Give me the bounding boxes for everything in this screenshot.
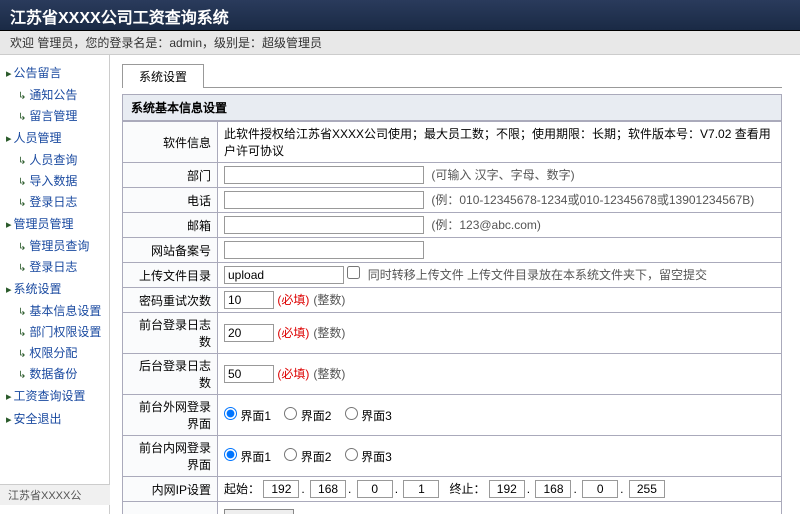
- softinfo-value: 此软件授权给江苏省XXXX公司使用；最大员工数；不限；使用期限：长期；软件版本号…: [218, 122, 782, 163]
- flog-req: (必填): [277, 326, 309, 340]
- flog-label: 前台登录日志数: [123, 313, 218, 354]
- upload-label: 上传文件目录: [123, 263, 218, 288]
- flog-input[interactable]: [224, 324, 274, 342]
- nav-child[interactable]: ↳通知公告: [0, 84, 109, 105]
- ip-end-2[interactable]: [535, 480, 571, 498]
- arrow-icon: ▸: [6, 391, 12, 403]
- dept-label: 部门: [123, 163, 218, 188]
- nav-parent[interactable]: ▸管理员管理: [0, 212, 109, 235]
- front-ext-label: 前台外网登录界面: [123, 395, 218, 436]
- child-arrow-icon: ↳: [18, 91, 26, 102]
- front-ext-ui1[interactable]: 界面1: [224, 409, 271, 423]
- blog-hint: (整数): [313, 367, 345, 381]
- retry-label: 密码重试次数: [123, 288, 218, 313]
- child-arrow-icon: ↳: [18, 370, 26, 381]
- section-basic-title: 系统基本信息设置: [122, 94, 782, 121]
- ip-end-4[interactable]: [629, 480, 665, 498]
- arrow-icon: ▸: [6, 133, 12, 145]
- nav-parent[interactable]: ▸系统设置: [0, 277, 109, 300]
- tab-system-settings[interactable]: 系统设置: [122, 64, 204, 88]
- dept-hint: (可输入 汉字、字母、数字): [431, 168, 574, 182]
- dept-input[interactable]: [224, 166, 424, 184]
- child-arrow-icon: ↳: [18, 263, 26, 274]
- softinfo-label: 软件信息: [123, 122, 218, 163]
- email-input[interactable]: [224, 216, 424, 234]
- sidebar: ▸公告留言↳通知公告↳留言管理▸人员管理↳人员查询↳导入数据↳登录日志▸管理员管…: [0, 55, 110, 514]
- child-arrow-icon: ↳: [18, 156, 26, 167]
- front-ext-ui2[interactable]: 界面2: [284, 409, 331, 423]
- front-int-ui3[interactable]: 界面3: [345, 450, 392, 464]
- child-arrow-icon: ↳: [18, 198, 26, 209]
- nav-child[interactable]: ↳人员查询: [0, 149, 109, 170]
- email-hint: (例：123@abc.com): [431, 218, 541, 232]
- retry-hint: (整数): [313, 293, 345, 307]
- blog-label: 后台登录日志数: [123, 354, 218, 395]
- child-arrow-icon: ↳: [18, 242, 26, 253]
- nav-parent[interactable]: ▸公告留言: [0, 61, 109, 84]
- front-ext-ui3[interactable]: 界面3: [345, 409, 392, 423]
- front-int-ui2[interactable]: 界面2: [284, 450, 331, 464]
- footer-text: 江苏省XXXX公: [0, 484, 110, 505]
- retry-req: (必填): [277, 293, 309, 307]
- ip-end-3[interactable]: [582, 480, 618, 498]
- nav-parent[interactable]: ▸安全退出: [0, 407, 109, 430]
- tel-label: 电话: [123, 188, 218, 213]
- blog-input[interactable]: [224, 365, 274, 383]
- child-arrow-icon: ↳: [18, 112, 26, 123]
- user-info-bar: 欢迎 管理员，您的登录名是：admin，级别是：超级管理员: [0, 31, 800, 55]
- ip-start-4[interactable]: [403, 480, 439, 498]
- app-header: 江苏省XXXX公司工资查询系统: [0, 0, 800, 31]
- nav-child[interactable]: ↳部门权限设置: [0, 321, 109, 342]
- nav-child[interactable]: ↳导入数据: [0, 170, 109, 191]
- upload-hint: 同时转移上传文件 上传文件目录放在本系统文件夹下，留空提交: [368, 268, 707, 282]
- flog-hint: (整数): [313, 326, 345, 340]
- arrow-icon: ▸: [6, 219, 12, 231]
- main-content: 系统设置 系统基本信息设置 软件信息 此软件授权给江苏省XXXX公司使用；最大员…: [110, 55, 800, 514]
- tel-input[interactable]: [224, 191, 424, 209]
- arrow-icon: ▸: [6, 68, 12, 80]
- front-int-ui1[interactable]: 界面1: [224, 450, 271, 464]
- front-int-label: 前台内网登录界面: [123, 436, 218, 477]
- nav-child[interactable]: ↳数据备份: [0, 363, 109, 384]
- nav-child[interactable]: ↳登录日志: [0, 256, 109, 277]
- child-arrow-icon: ↳: [18, 177, 26, 188]
- ip-start-2[interactable]: [310, 480, 346, 498]
- ip-end-1[interactable]: [489, 480, 525, 498]
- ip-start-label: 起始：: [224, 482, 260, 496]
- basic-form-table: 软件信息 此软件授权给江苏省XXXX公司使用；最大员工数；不限；使用期限：长期；…: [122, 121, 782, 514]
- nav-child[interactable]: ↳管理员查询: [0, 235, 109, 256]
- ip-start-3[interactable]: [357, 480, 393, 498]
- welcome-text: 欢迎 管理员，您的登录名是：admin，级别是：超级管理员: [10, 36, 322, 50]
- arrow-icon: ▸: [6, 284, 12, 296]
- retry-input[interactable]: [224, 291, 274, 309]
- submit-cell-label: [123, 502, 218, 514]
- ip-start-1[interactable]: [263, 480, 299, 498]
- tab-row: 系统设置: [122, 63, 782, 88]
- icp-label: 网站备案号: [123, 238, 218, 263]
- email-label: 邮箱: [123, 213, 218, 238]
- submit-button[interactable]: 提交修改: [224, 509, 294, 514]
- child-arrow-icon: ↳: [18, 349, 26, 360]
- blog-req: (必填): [277, 367, 309, 381]
- ip-label: 内网IP设置: [123, 477, 218, 502]
- nav-child[interactable]: ↳基本信息设置: [0, 300, 109, 321]
- nav-child[interactable]: ↳登录日志: [0, 191, 109, 212]
- arrow-icon: ▸: [6, 414, 12, 426]
- nav-parent[interactable]: ▸人员管理: [0, 126, 109, 149]
- child-arrow-icon: ↳: [18, 307, 26, 318]
- upload-input[interactable]: [224, 266, 344, 284]
- icp-input[interactable]: [224, 241, 424, 259]
- child-arrow-icon: ↳: [18, 328, 26, 339]
- upload-move-checkbox[interactable]: [347, 266, 360, 279]
- app-title: 江苏省XXXX公司工资查询系统: [10, 10, 229, 27]
- nav-child[interactable]: ↳留言管理: [0, 105, 109, 126]
- nav-child[interactable]: ↳权限分配: [0, 342, 109, 363]
- ip-end-label: 终止：: [449, 482, 485, 496]
- tel-hint: (例：010-12345678-1234或010-12345678或139012…: [431, 193, 754, 207]
- nav-parent[interactable]: ▸工资查询设置: [0, 384, 109, 407]
